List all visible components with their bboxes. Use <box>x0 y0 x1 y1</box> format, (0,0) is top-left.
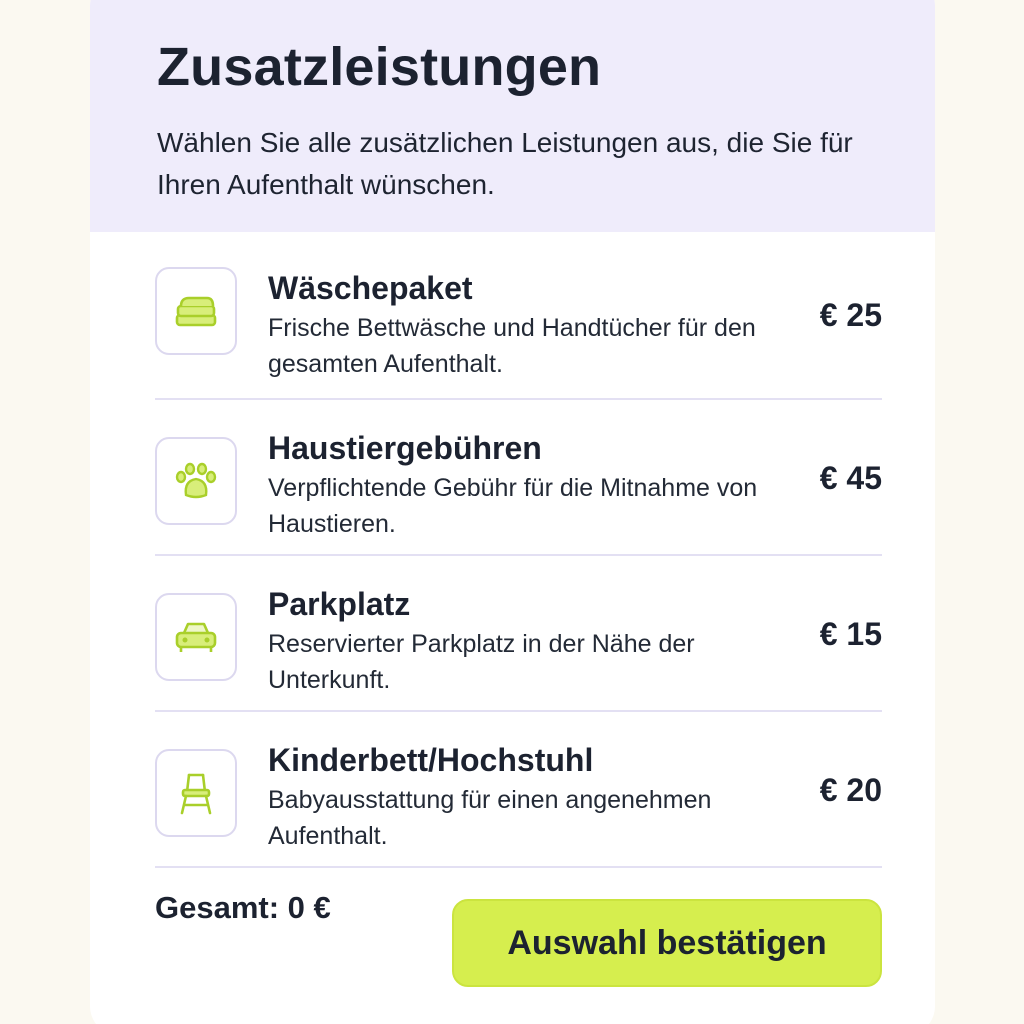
total-amount: Gesamt: 0 € <box>155 890 331 925</box>
confirm-selection-button[interactable]: Auswahl bestätigen <box>452 899 882 987</box>
service-description: Verpflichtende Gebühr für die Mitnahme v… <box>268 474 758 538</box>
service-item-pet-fee[interactable]: Haustiergebühren Verpflichtende Gebühr f… <box>155 400 882 556</box>
service-description: Reservierter Parkplatz in der Nähe der U… <box>268 630 695 694</box>
car-icon <box>175 622 217 652</box>
service-list: Wäschepaket Frische Bettwäsche und Handt… <box>90 232 935 868</box>
card-footer: Gesamt: 0 € Auswahl bestätigen <box>90 868 935 1008</box>
service-title: Haustiergebühren <box>268 430 542 466</box>
service-description: Babyausstattung für einen angenehmen Auf… <box>268 786 712 850</box>
service-title: Parkplatz <box>268 586 411 622</box>
service-item-baby-equipment[interactable]: Kinderbett/Hochstuhl Babyausstattung für… <box>155 712 882 868</box>
service-icon-box <box>155 593 237 681</box>
service-icon-box <box>155 437 237 525</box>
service-title: Kinderbett/Hochstuhl <box>268 742 594 778</box>
service-price: € 15 <box>819 616 882 652</box>
service-icon-box <box>155 267 237 355</box>
service-description: Frische Bettwäsche und Handtücher für de… <box>268 314 756 378</box>
service-item-laundry[interactable]: Wäschepaket Frische Bettwäsche und Handt… <box>155 232 882 400</box>
card-header: Zusatzleistungen Wählen Sie alle zusätzl… <box>90 0 935 232</box>
laundry-icon <box>175 296 217 327</box>
service-price: € 20 <box>819 772 882 808</box>
page-subtitle: Wählen Sie alle zusätzlichen Leistungen … <box>157 127 853 200</box>
service-title: Wäschepaket <box>268 270 473 306</box>
service-price: € 45 <box>819 460 882 496</box>
service-icon-box <box>155 749 237 837</box>
high-chair-icon <box>180 773 212 815</box>
service-price: € 25 <box>819 297 882 333</box>
services-card: Zusatzleistungen Wählen Sie alle zusätzl… <box>90 0 935 1024</box>
service-item-parking[interactable]: Parkplatz Reservierter Parkplatz in der … <box>155 556 882 712</box>
paw-icon <box>175 462 217 499</box>
page-title: Zusatzleistungen <box>157 37 602 97</box>
